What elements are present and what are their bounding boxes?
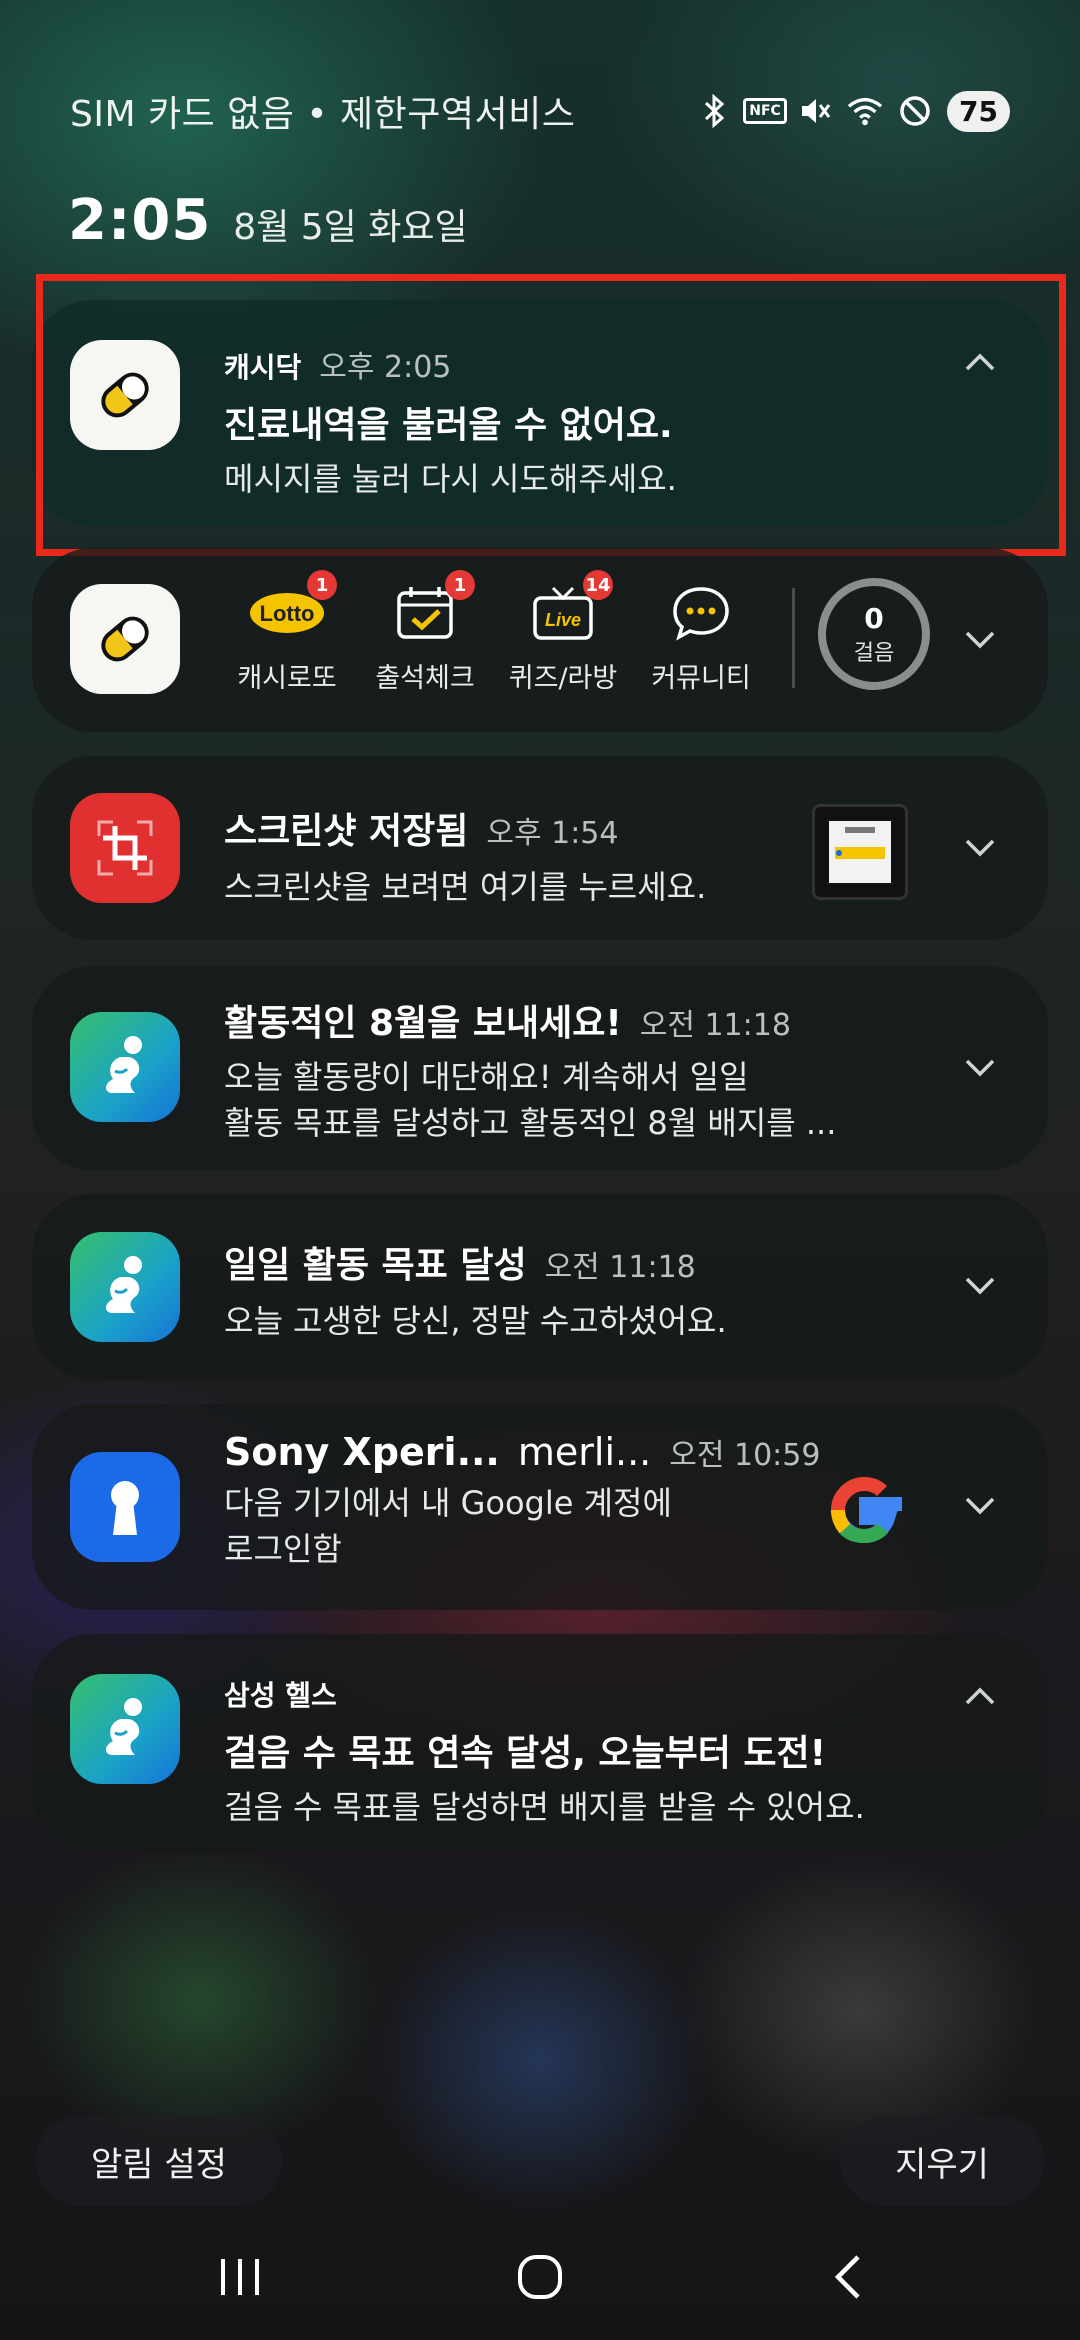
chevron-down-icon[interactable]	[960, 1048, 1000, 1088]
quick-action-attendance[interactable]: 1 출석체크	[370, 570, 480, 695]
live-tv-icon: Live 14	[523, 570, 613, 648]
chevron-down-icon[interactable]	[960, 1486, 1000, 1526]
notification-time: 오후 1:54	[486, 816, 619, 851]
divider	[792, 588, 795, 688]
quick-action-label: 커뮤니티	[651, 663, 751, 694]
google-logo-icon	[816, 1462, 912, 1558]
quick-action-label: 출석체크	[375, 663, 475, 694]
clock-date: 8월 5일 화요일	[233, 207, 468, 248]
lotto-icon: Lotto 1	[247, 570, 337, 648]
clock-time: 2:05	[68, 188, 212, 253]
quick-action-quiz-live[interactable]: Live 14 퀴즈/라방	[508, 570, 618, 695]
svg-text:Lotto: Lotto	[260, 601, 315, 626]
notification-title: 걸음 수 목표 연속 달성, 오늘부터 도전!	[224, 1733, 827, 1774]
quick-action-community[interactable]: 커뮤니티	[646, 578, 756, 695]
badge-count: 14	[583, 570, 613, 600]
notification-title: 활동적인 8월을 보내세요!	[224, 1003, 622, 1044]
clear-all-button[interactable]: 지우기	[840, 2116, 1044, 2206]
quick-action-label: 캐시로또	[237, 663, 337, 694]
carrier-text: SIM 카드 없음 • 제한구역서비스	[70, 94, 576, 135]
notification-settings-button[interactable]: 알림 설정	[36, 2116, 282, 2206]
samsung-health-icon	[70, 1674, 180, 1784]
step-label: 걸음	[853, 640, 895, 666]
quick-actions: Lotto 1 캐시로또 1 출석체크 Live 14 퀴즈/라방 커뮤니티	[232, 570, 756, 695]
notification-subtitle: merli...	[517, 1430, 652, 1474]
notification-cashdoc-quick[interactable]: Lotto 1 캐시로또 1 출석체크 Live 14 퀴즈/라방 커뮤니티 0…	[32, 548, 1048, 732]
wifi-icon	[847, 93, 883, 129]
notification-body-line-1: 다음 기기에서 내 Google 계정에	[224, 1484, 672, 1522]
notification-body-line-1: 오늘 활동량이 대단해요! 계속해서 일일	[224, 1058, 749, 1096]
notification-body-line-2: 로그인함	[224, 1530, 342, 1568]
do-not-disturb-icon	[897, 93, 933, 129]
mute-icon	[797, 93, 833, 129]
notification-text: 일일 활동 목표 달성 오전 11:18 오늘 고생한 당신, 정말 수고하셨어…	[224, 1236, 908, 1344]
notification-text: 삼성 헬스 걸음 수 목표 연속 달성, 오늘부터 도전! 걸음 수 목표를 달…	[224, 1674, 988, 1830]
app-name: 삼성 헬스	[224, 1679, 337, 1712]
notification-time: 오전 11:18	[544, 1250, 696, 1285]
notification-health-daily-goal[interactable]: 일일 활동 목표 달성 오전 11:18 오늘 고생한 당신, 정말 수고하셨어…	[32, 1194, 1048, 1380]
chevron-down-icon[interactable]	[960, 620, 1000, 660]
battery-icon: 75	[947, 90, 1010, 132]
cashdoc-pill-icon	[70, 584, 180, 694]
notification-google-signin[interactable]: Sony Xperi... merli... 오전 10:59 다음 기기에서 …	[32, 1404, 1048, 1610]
calendar-check-icon: 1	[385, 570, 475, 648]
navigation-bar	[0, 2230, 1080, 2320]
notification-text: Sony Xperi... merli... 오전 10:59 다음 기기에서 …	[224, 1430, 868, 1572]
notification-body: 스크린샷을 보려면 여기를 누르세요.	[224, 868, 707, 906]
screenshot-thumbnail[interactable]	[812, 804, 908, 900]
chevron-up-icon[interactable]	[960, 1676, 1000, 1716]
clock-row: 2:05 8월 5일 화요일	[68, 188, 468, 253]
chevron-down-icon[interactable]	[960, 1266, 1000, 1306]
notification-body: 걸음 수 목표를 달성하면 배지를 받을 수 있어요.	[224, 1788, 865, 1826]
notification-text: 스크린샷 저장됨 오후 1:54 스크린샷을 보려면 여기를 누르세요.	[224, 802, 868, 910]
notification-time: 오전 10:59	[669, 1438, 821, 1473]
notification-health-august[interactable]: 활동적인 8월을 보내세요! 오전 11:18 오늘 활동량이 대단해요! 계속…	[32, 966, 1048, 1170]
notification-title: Sony Xperi...	[224, 1430, 500, 1474]
screenshot-icon	[70, 793, 180, 903]
step-counter[interactable]: 0 걸음	[818, 578, 930, 690]
step-count: 0	[864, 601, 884, 635]
status-bar: SIM 카드 없음 • 제한구역서비스 NFC 75	[70, 86, 1010, 136]
notification-health-steps[interactable]: 삼성 헬스 걸음 수 목표 연속 달성, 오늘부터 도전! 걸음 수 목표를 달…	[32, 1634, 1048, 1852]
home-icon[interactable]	[510, 2250, 570, 2304]
badge-count: 1	[307, 570, 337, 600]
bluetooth-icon	[697, 93, 733, 129]
samsung-health-icon	[70, 1232, 180, 1342]
status-icons: NFC 75	[697, 90, 1010, 132]
recent-apps-icon[interactable]	[210, 2250, 270, 2304]
notification-time: 오전 11:18	[639, 1008, 791, 1043]
notification-body-line-2: 활동 목표를 달성하고 활동적인 8월 배지를 ...	[224, 1104, 837, 1142]
quick-action-label: 퀴즈/라방	[508, 663, 618, 694]
notification-text: 활동적인 8월을 보내세요! 오전 11:18 오늘 활동량이 대단해요! 계속…	[224, 994, 908, 1146]
notification-title: 일일 활동 목표 달성	[224, 1245, 527, 1286]
badge-count: 1	[445, 570, 475, 600]
samsung-health-icon	[70, 1012, 180, 1122]
notification-title: 스크린샷 저장됨	[224, 811, 469, 852]
chat-bubble-icon	[661, 578, 741, 648]
chevron-down-icon[interactable]	[960, 828, 1000, 868]
notification-screenshot[interactable]: 스크린샷 저장됨 오후 1:54 스크린샷을 보려면 여기를 누르세요.	[32, 756, 1048, 940]
notification-body: 오늘 고생한 당신, 정말 수고하셨어요.	[224, 1302, 727, 1340]
back-icon[interactable]	[818, 2250, 878, 2304]
keyhole-icon	[70, 1452, 180, 1562]
quick-action-lotto[interactable]: Lotto 1 캐시로또	[232, 570, 342, 695]
highlight-box	[36, 274, 1066, 556]
nfc-icon: NFC	[743, 93, 787, 129]
svg-text:Live: Live	[545, 610, 581, 630]
